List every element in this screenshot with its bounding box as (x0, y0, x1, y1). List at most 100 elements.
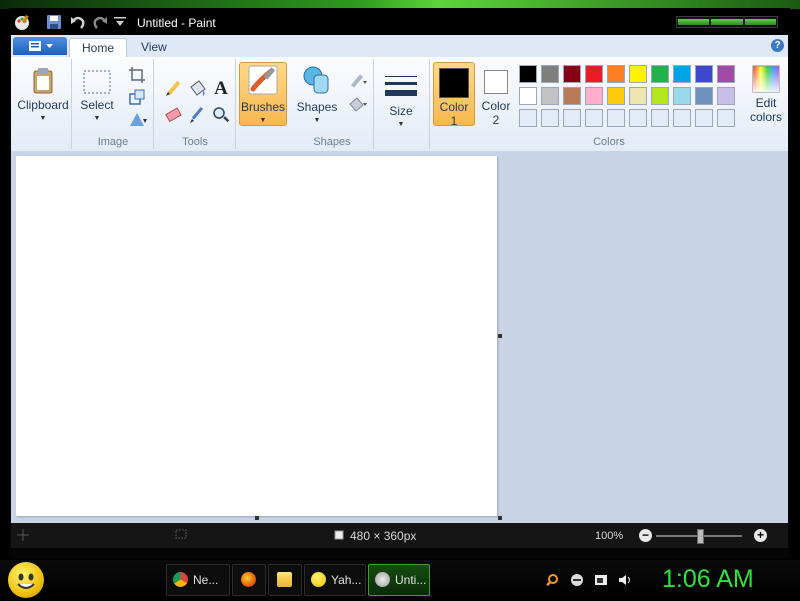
custom-color-slot[interactable] (519, 109, 537, 127)
color-swatch[interactable] (607, 87, 625, 105)
fill-icon[interactable] (347, 95, 367, 115)
search-icon[interactable] (545, 573, 559, 587)
resize-handle-bottom[interactable] (255, 516, 259, 520)
shapes-label: Shapes (296, 100, 338, 114)
tools-group-label: Tools (182, 136, 208, 148)
close-button[interactable] (744, 19, 776, 25)
volume-icon[interactable] (618, 573, 632, 587)
custom-color-slot[interactable] (695, 109, 713, 127)
taskbar-item-yahoo[interactable]: Yah... (304, 564, 366, 596)
color2-swatch (484, 70, 508, 94)
custom-color-slot[interactable] (585, 109, 603, 127)
taskbar-item-paint[interactable]: Unti... (368, 564, 430, 596)
zoom-out-button[interactable]: − (639, 529, 652, 542)
custom-color-slot[interactable] (563, 109, 581, 127)
resize-icon[interactable] (127, 87, 147, 107)
taskbar-item-label: Ne... (193, 573, 219, 587)
network-icon[interactable] (594, 573, 608, 587)
zoom-slider-thumb[interactable] (697, 529, 704, 544)
color-swatch[interactable] (651, 87, 669, 105)
canvas-size-text: 480 × 360px (350, 529, 417, 543)
zoom-in-button[interactable]: + (754, 529, 767, 542)
crop-icon[interactable] (127, 65, 147, 85)
color-swatch[interactable] (541, 87, 559, 105)
color-swatch[interactable] (563, 87, 581, 105)
status-bar: 480 × 360px 100% − + (11, 523, 788, 548)
color-swatch[interactable] (673, 87, 691, 105)
minimize-button[interactable] (678, 19, 710, 25)
resize-handle-corner[interactable] (498, 516, 502, 520)
tab-home[interactable]: Home (69, 38, 128, 58)
redo-icon[interactable] (91, 13, 109, 31)
chevron-down-icon: ▼ (93, 115, 101, 122)
color-swatch[interactable] (629, 65, 647, 83)
colors-group: Color 1 Color 2 Edit colors Colors (431, 59, 787, 149)
color-swatch[interactable] (519, 87, 537, 105)
size-group: Size ▼ (375, 59, 430, 149)
shapes-button[interactable]: Shapes ▼ (295, 63, 339, 128)
paint-window: Untitled - Paint Home View ? Clipboard ▼… (9, 8, 790, 558)
undo-icon[interactable] (69, 13, 87, 31)
outline-icon[interactable] (347, 73, 367, 93)
minus-circle-icon[interactable] (570, 573, 584, 587)
drawing-canvas[interactable] (16, 156, 497, 516)
custom-color-slot[interactable] (651, 109, 669, 127)
title-bar: Untitled - Paint (9, 8, 790, 35)
color-swatch[interactable] (563, 65, 581, 83)
rotate-icon[interactable] (127, 109, 147, 129)
taskbar: Ne... Yah... Unti... 1:06 AM (0, 560, 800, 600)
paint-app-icon[interactable] (13, 13, 31, 31)
paint-menu-button[interactable] (13, 37, 67, 55)
clock[interactable]: 1:06 AM (662, 565, 754, 594)
color-swatch[interactable] (717, 65, 735, 83)
color-swatch[interactable] (585, 87, 603, 105)
color-picker-icon[interactable] (187, 105, 207, 125)
color-swatch[interactable] (695, 87, 713, 105)
ribbon-home: Clipboard ▼ Select ▼ Image A Tools Brush… (11, 57, 788, 152)
color-swatch[interactable] (717, 87, 735, 105)
resize-handle-right[interactable] (498, 334, 502, 338)
brushes-button[interactable]: Brushes ▼ (239, 62, 287, 126)
color-swatch[interactable] (607, 65, 625, 83)
taskbar-item-chrome[interactable]: Ne... (166, 564, 230, 596)
eraser-icon[interactable] (163, 105, 183, 125)
select-button[interactable]: Select ▼ (77, 69, 117, 126)
ribbon-tab-bar: Home View ? (11, 35, 788, 58)
color-swatch[interactable] (541, 65, 559, 83)
quick-access-dropdown-icon[interactable] (111, 13, 129, 31)
maximize-button[interactable] (711, 19, 743, 25)
custom-color-slot[interactable] (607, 109, 625, 127)
yahoo-messenger-icon (311, 572, 326, 587)
select-label: Select (80, 98, 114, 112)
magnifier-icon[interactable] (211, 105, 231, 125)
taskbar-item-firefox[interactable] (232, 564, 266, 596)
color-swatch[interactable] (629, 87, 647, 105)
pencil-icon[interactable] (163, 79, 183, 99)
color-swatch[interactable] (651, 65, 669, 83)
color-swatch[interactable] (695, 65, 713, 83)
save-icon[interactable] (45, 13, 63, 31)
custom-color-slot[interactable] (673, 109, 691, 127)
color-swatch[interactable] (585, 65, 603, 83)
clipboard-button[interactable]: Clipboard ▼ (17, 65, 69, 126)
canvas-area (11, 151, 788, 523)
custom-color-slot[interactable] (541, 109, 559, 127)
start-button[interactable] (8, 562, 44, 598)
color-swatch[interactable] (519, 65, 537, 83)
edit-colors-button[interactable]: Edit colors (747, 65, 785, 124)
color1-button[interactable]: Color 1 (433, 62, 475, 128)
size-button[interactable]: Size ▼ (383, 73, 419, 132)
fill-bucket-icon[interactable] (187, 79, 207, 99)
custom-color-slot[interactable] (717, 109, 735, 127)
color-swatch[interactable] (673, 65, 691, 83)
help-icon[interactable]: ? (771, 39, 784, 52)
custom-color-slot[interactable] (629, 109, 647, 127)
clipboard-group: Clipboard ▼ (13, 59, 72, 149)
text-tool-icon[interactable]: A (211, 79, 231, 99)
edit-colors-label-line1: Edit (755, 96, 777, 110)
chevron-down-icon: ▼ (259, 117, 267, 124)
tab-view[interactable]: View (129, 38, 179, 57)
color2-button[interactable]: Color 2 (477, 62, 515, 127)
shapes-group-label: Shapes (313, 136, 351, 148)
taskbar-item-folder[interactable] (268, 564, 302, 596)
